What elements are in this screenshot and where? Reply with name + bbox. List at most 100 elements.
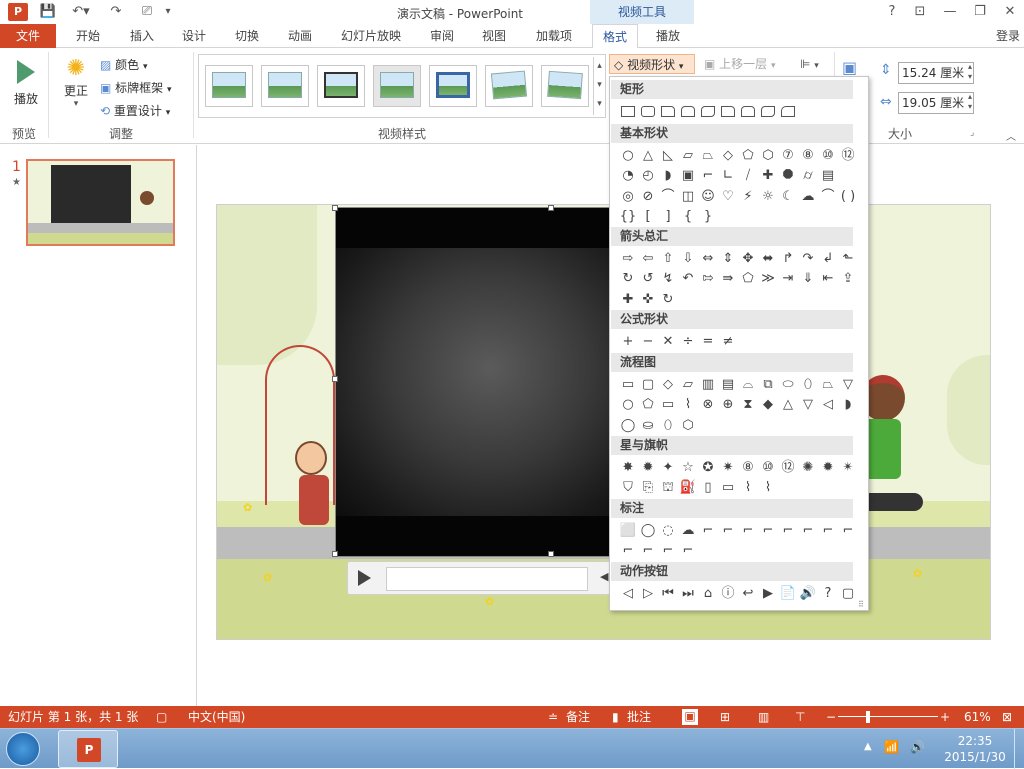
- star-banner-shape-icon[interactable]: ✷: [718, 457, 738, 477]
- tab-home[interactable]: 开始: [66, 24, 110, 48]
- star-banner-shape-icon[interactable]: ⑧: [738, 457, 758, 477]
- basic-shape-icon[interactable]: ( ): [838, 186, 858, 206]
- help-button[interactable]: ?: [880, 3, 904, 21]
- star-banner-shape-icon[interactable]: ⛽: [678, 478, 698, 498]
- height-input[interactable]: 15.24 厘米: [898, 62, 974, 84]
- flowchart-shape-icon[interactable]: ◯: [618, 415, 638, 435]
- equation-shape-icon[interactable]: =: [698, 331, 718, 351]
- callout-shape-icon[interactable]: ⌐: [778, 520, 798, 540]
- media-play-icon[interactable]: [358, 570, 371, 586]
- flowchart-shape-icon[interactable]: ▤: [718, 374, 738, 394]
- fit-slide-icon[interactable]: ⊠: [1002, 706, 1012, 728]
- video-style-thumb[interactable]: [205, 65, 253, 107]
- basic-shape-icon[interactable]: ◺: [658, 145, 678, 165]
- callout-shape-icon[interactable]: ⌐: [798, 520, 818, 540]
- flowchart-shape-icon[interactable]: ▭: [658, 395, 678, 415]
- block-arrow-shape-icon[interactable]: ↺: [638, 269, 658, 289]
- basic-shape-icon[interactable]: }: [698, 207, 718, 227]
- video-object[interactable]: [335, 207, 616, 557]
- minimize-button[interactable]: —: [938, 3, 962, 21]
- block-arrow-shape-icon[interactable]: ↶: [678, 269, 698, 289]
- rectangle-shape-icon[interactable]: [618, 101, 638, 121]
- volume-icon[interactable]: 🔊: [910, 740, 925, 754]
- basic-shape-icon[interactable]: ▱: [678, 145, 698, 165]
- round-rectangle-shape-icon[interactable]: [718, 101, 738, 121]
- flowchart-shape-icon[interactable]: ⊗: [698, 395, 718, 415]
- basic-shape-icon[interactable]: ☁: [798, 186, 818, 206]
- star-banner-shape-icon[interactable]: ⌇: [758, 478, 778, 498]
- star-banner-shape-icon[interactable]: ⛫: [658, 478, 678, 498]
- callout-shape-icon[interactable]: ⌐: [618, 541, 638, 561]
- clock[interactable]: 22:35 2015/1/30: [940, 733, 1010, 765]
- color-button[interactable]: ▨ 颜色 ▾: [100, 56, 148, 74]
- star-banner-shape-icon[interactable]: ✦: [658, 457, 678, 477]
- action-button-shape-icon[interactable]: ◁: [618, 583, 638, 603]
- width-spinner[interactable]: ▴ ▾: [968, 92, 972, 112]
- block-arrow-shape-icon[interactable]: ⇨: [618, 248, 638, 268]
- video-shape-button[interactable]: ◇ 视频形状 ▾: [609, 54, 695, 74]
- tab-design[interactable]: 设计: [172, 24, 216, 48]
- snip-rectangle-shape-icon[interactable]: [678, 101, 698, 121]
- resize-grip-icon[interactable]: ⠿: [858, 600, 864, 609]
- start-from-beginning-icon[interactable]: ⎚: [136, 3, 158, 21]
- media-back-icon[interactable]: ◀: [600, 570, 608, 583]
- taskbar-powerpoint-button[interactable]: P: [58, 730, 118, 768]
- round-rectangle-shape-icon[interactable]: [738, 101, 758, 121]
- callout-shape-icon[interactable]: ⌐: [738, 520, 758, 540]
- flowchart-shape-icon[interactable]: ⧉: [758, 374, 778, 394]
- video-style-thumb[interactable]: [429, 65, 477, 107]
- notes-button[interactable]: 备注: [566, 706, 590, 728]
- star-banner-shape-icon[interactable]: ✪: [698, 457, 718, 477]
- tab-slideshow[interactable]: 幻灯片放映: [332, 24, 410, 48]
- block-arrow-shape-icon[interactable]: ✥: [738, 248, 758, 268]
- reading-view-icon[interactable]: ▥: [758, 706, 769, 728]
- basic-shape-icon[interactable]: ◗: [658, 166, 678, 186]
- bring-forward-button[interactable]: ▣ 上移一层 ▾: [704, 54, 776, 74]
- flowchart-shape-icon[interactable]: ⊕: [718, 395, 738, 415]
- video-style-thumb[interactable]: [541, 65, 589, 107]
- basic-shape-icon[interactable]: ◴: [638, 166, 658, 186]
- star-banner-shape-icon[interactable]: ▭: [718, 478, 738, 498]
- snip-rectangle-shape-icon[interactable]: [658, 101, 678, 121]
- zoom-out-icon[interactable]: −: [826, 706, 836, 728]
- basic-shape-icon[interactable]: ☼: [758, 186, 778, 206]
- basic-shape-icon[interactable]: ⌒: [818, 186, 838, 206]
- zoom-slider-thumb[interactable]: [866, 711, 870, 723]
- language-status[interactable]: 中文(中国): [188, 706, 245, 728]
- flowchart-shape-icon[interactable]: ▢: [638, 374, 658, 394]
- flowchart-shape-icon[interactable]: ⧗: [738, 395, 758, 415]
- callout-shape-icon[interactable]: ◌: [658, 520, 678, 540]
- basic-shape-icon[interactable]: ⑩: [818, 145, 838, 165]
- flowchart-shape-icon[interactable]: ⬠: [638, 395, 658, 415]
- reset-design-button[interactable]: ⟲ 重置设计 ▾: [100, 102, 170, 120]
- basic-shape-icon[interactable]: ⌒: [658, 186, 678, 206]
- basic-shape-icon[interactable]: ☾: [778, 186, 798, 206]
- star-banner-shape-icon[interactable]: ⑩: [758, 457, 778, 477]
- tab-review[interactable]: 审阅: [420, 24, 464, 48]
- block-arrow-shape-icon[interactable]: ⇰: [698, 269, 718, 289]
- block-arrow-shape-icon[interactable]: ↻: [618, 269, 638, 289]
- flowchart-shape-icon[interactable]: ▽: [798, 395, 818, 415]
- block-arrow-shape-icon[interactable]: ✚: [618, 289, 638, 309]
- spellcheck-icon[interactable]: ▢: [156, 706, 167, 728]
- basic-shape-icon[interactable]: ⑧: [798, 145, 818, 165]
- equation-shape-icon[interactable]: ✕: [658, 331, 678, 351]
- callout-shape-icon[interactable]: ⌐: [818, 520, 838, 540]
- flowchart-shape-icon[interactable]: ▽: [838, 374, 858, 394]
- star-banner-shape-icon[interactable]: ✺: [798, 457, 818, 477]
- action-button-shape-icon[interactable]: ⌂: [698, 583, 718, 603]
- flowchart-shape-icon[interactable]: ◆: [758, 395, 778, 415]
- block-arrow-shape-icon[interactable]: ✜: [638, 289, 658, 309]
- gallery-scroll[interactable]: ▴ ▾ ▾: [593, 57, 605, 115]
- block-arrow-shape-icon[interactable]: ⬑: [838, 248, 858, 268]
- redo-icon[interactable]: ↷: [106, 3, 126, 21]
- close-button[interactable]: ✕: [998, 3, 1022, 21]
- star-banner-shape-icon[interactable]: ✸: [618, 457, 638, 477]
- equation-shape-icon[interactable]: ÷: [678, 331, 698, 351]
- block-arrow-shape-icon[interactable]: ⇤: [818, 269, 838, 289]
- block-arrow-shape-icon[interactable]: ⇛: [718, 269, 738, 289]
- tray-expand-icon[interactable]: ▲: [864, 741, 872, 752]
- basic-shape-icon[interactable]: ⌭: [798, 166, 818, 186]
- block-arrow-shape-icon[interactable]: ⇓: [798, 269, 818, 289]
- start-button-icon[interactable]: [6, 732, 40, 766]
